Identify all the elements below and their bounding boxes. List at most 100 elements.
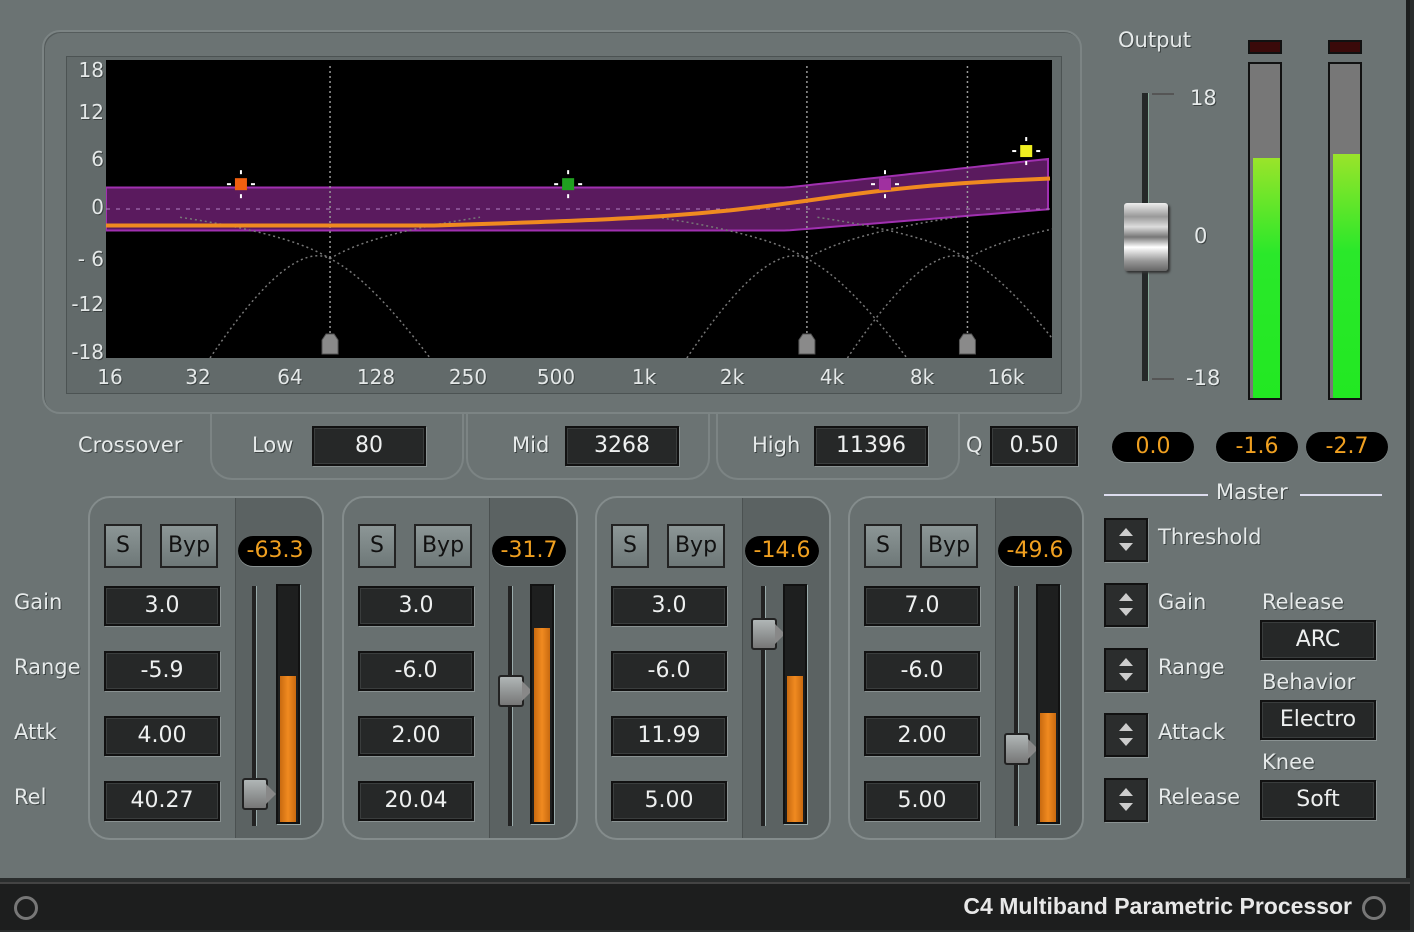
marker-square [878, 178, 891, 191]
band-2-gr-meter [530, 584, 554, 824]
row-label-attack: Attk [14, 720, 57, 744]
divider [1300, 494, 1382, 496]
band-3-solo-button[interactable]: S [611, 524, 649, 568]
band-1-gain-field[interactable]: 3.0 [104, 586, 220, 626]
band-4-gain-field[interactable]: 7.0 [864, 586, 980, 626]
high-label: High [752, 433, 801, 457]
release-mode-button[interactable]: ARC [1260, 620, 1376, 660]
band-4-gr-meter [1036, 584, 1060, 824]
master-release-spinner[interactable] [1104, 778, 1148, 822]
knee-button[interactable]: Soft [1260, 780, 1376, 820]
band-1-attack-field[interactable]: 4.00 [104, 716, 220, 756]
mid-crossover-field[interactable]: 3268 [565, 426, 679, 466]
band-3-gain-field[interactable]: 3.0 [611, 586, 727, 626]
master-threshold-spinner[interactable] [1104, 518, 1148, 562]
plugin-window: 18 12 6 0 - 6 -12 -18 16 32 64 128 250 5… [0, 0, 1410, 878]
y-tick: -12 [71, 292, 104, 316]
x-tick: 4k [819, 365, 845, 389]
scale-tick [1152, 378, 1174, 380]
band-4-range-field[interactable]: -6.0 [864, 651, 980, 691]
band-2-attack-field[interactable]: 2.00 [358, 716, 474, 756]
release-mode-label: Release [1262, 590, 1345, 614]
master-gain-spinner[interactable] [1104, 583, 1148, 627]
crossover-label: Crossover [78, 433, 183, 457]
band-1-solo-button[interactable]: S [104, 524, 142, 568]
band-2-threshold-readout[interactable]: -31.7 [492, 536, 566, 566]
arrow-down-icon [1119, 543, 1133, 551]
band-4-release-field[interactable]: 5.00 [864, 781, 980, 821]
output-fader-handle[interactable] [1124, 203, 1168, 271]
marker-square [234, 178, 247, 191]
band-3-threshold-slider[interactable] [751, 617, 785, 650]
x-tick: 8k [909, 365, 935, 389]
band-3-release-field[interactable]: 5.00 [611, 781, 727, 821]
master-label: Master [1216, 480, 1288, 504]
band-1-release-field[interactable]: 40.27 [104, 781, 220, 821]
q-field[interactable]: 0.50 [990, 426, 1078, 466]
y-tick: 18 [78, 58, 104, 82]
high-crossover-field[interactable]: 11396 [814, 426, 928, 466]
band-1-bypass-button[interactable]: Byp [160, 524, 218, 568]
y-tick: 12 [78, 100, 104, 124]
crossover-handle-1 [321, 333, 339, 355]
knee-label: Knee [1262, 750, 1315, 774]
band-2-gain-field[interactable]: 3.0 [358, 586, 474, 626]
eq-graph[interactable] [106, 60, 1052, 358]
band-4-attack-field[interactable]: 2.00 [864, 716, 980, 756]
y-tick: 6 [91, 147, 104, 171]
row-label-release: Rel [14, 785, 47, 809]
band-2-panel: S Byp 3.0 -6.0 2.00 20.04 -31.7 [342, 496, 578, 840]
band-1-threshold-readout[interactable]: -63.3 [238, 536, 312, 566]
band-2-solo-button[interactable]: S [358, 524, 396, 568]
band-4-bypass-button[interactable]: Byp [920, 524, 978, 568]
band-3-bypass-button[interactable]: Byp [667, 524, 725, 568]
y-tick: - 6 [77, 247, 104, 271]
plugin-title: C4 Multiband Parametric Processor [963, 893, 1352, 919]
band-1-gr-meter [276, 584, 300, 824]
x-tick: 64 [277, 365, 303, 389]
x-tick: 128 [356, 365, 396, 389]
band-3-threshold-readout[interactable]: -14.6 [745, 536, 819, 566]
output-scale-top: 18 [1190, 86, 1217, 110]
band-3-attack-field[interactable]: 11.99 [611, 716, 727, 756]
marker-square [562, 178, 575, 191]
divider [1104, 494, 1208, 496]
x-tick: 16 [97, 365, 123, 389]
master-gain-label: Gain [1158, 590, 1207, 614]
x-tick: 1k [631, 365, 657, 389]
meter-fill [1333, 154, 1360, 398]
master-range-spinner[interactable] [1104, 648, 1148, 692]
gr-fill [1040, 713, 1056, 822]
clip-indicator-right[interactable] [1328, 40, 1362, 54]
x-tick: 32 [185, 365, 211, 389]
meter-left-readout[interactable]: -1.6 [1216, 432, 1298, 462]
band-4-solo-button[interactable]: S [864, 524, 902, 568]
band-3-range-field[interactable]: -6.0 [611, 651, 727, 691]
band-1-panel: S Byp 3.0 -5.9 4.00 40.27 -63.3 [88, 496, 324, 840]
output-meter-left [1248, 62, 1282, 400]
output-meter-right [1328, 62, 1362, 400]
arrow-up-icon [1119, 788, 1133, 796]
clip-indicator-left[interactable] [1248, 40, 1282, 54]
band-4-threshold-track[interactable] [1014, 586, 1019, 826]
band-1-threshold-slider[interactable] [242, 778, 276, 811]
behavior-button[interactable]: Electro [1260, 700, 1376, 740]
waves-menu-icon[interactable] [1362, 896, 1386, 920]
band-4-threshold-readout[interactable]: -49.6 [998, 536, 1072, 566]
low-crossover-field[interactable]: 80 [312, 426, 426, 466]
master-attack-label: Attack [1158, 720, 1226, 744]
master-attack-spinner[interactable] [1104, 713, 1148, 757]
band-2-bypass-button[interactable]: Byp [414, 524, 472, 568]
band-4-threshold-slider[interactable] [1004, 732, 1038, 765]
arrow-down-icon [1119, 803, 1133, 811]
master-release-label: Release [1158, 785, 1241, 809]
band-2-range-field[interactable]: -6.0 [358, 651, 474, 691]
waves-logo-icon[interactable] [14, 896, 38, 920]
band-2-threshold-slider[interactable] [498, 675, 532, 708]
y-tick: -18 [71, 340, 104, 364]
band-2-release-field[interactable]: 20.04 [358, 781, 474, 821]
meter-right-readout[interactable]: -2.7 [1306, 432, 1388, 462]
band-1-range-field[interactable]: -5.9 [104, 651, 220, 691]
output-gain-readout[interactable]: 0.0 [1112, 432, 1194, 462]
arrow-up-icon [1119, 658, 1133, 666]
